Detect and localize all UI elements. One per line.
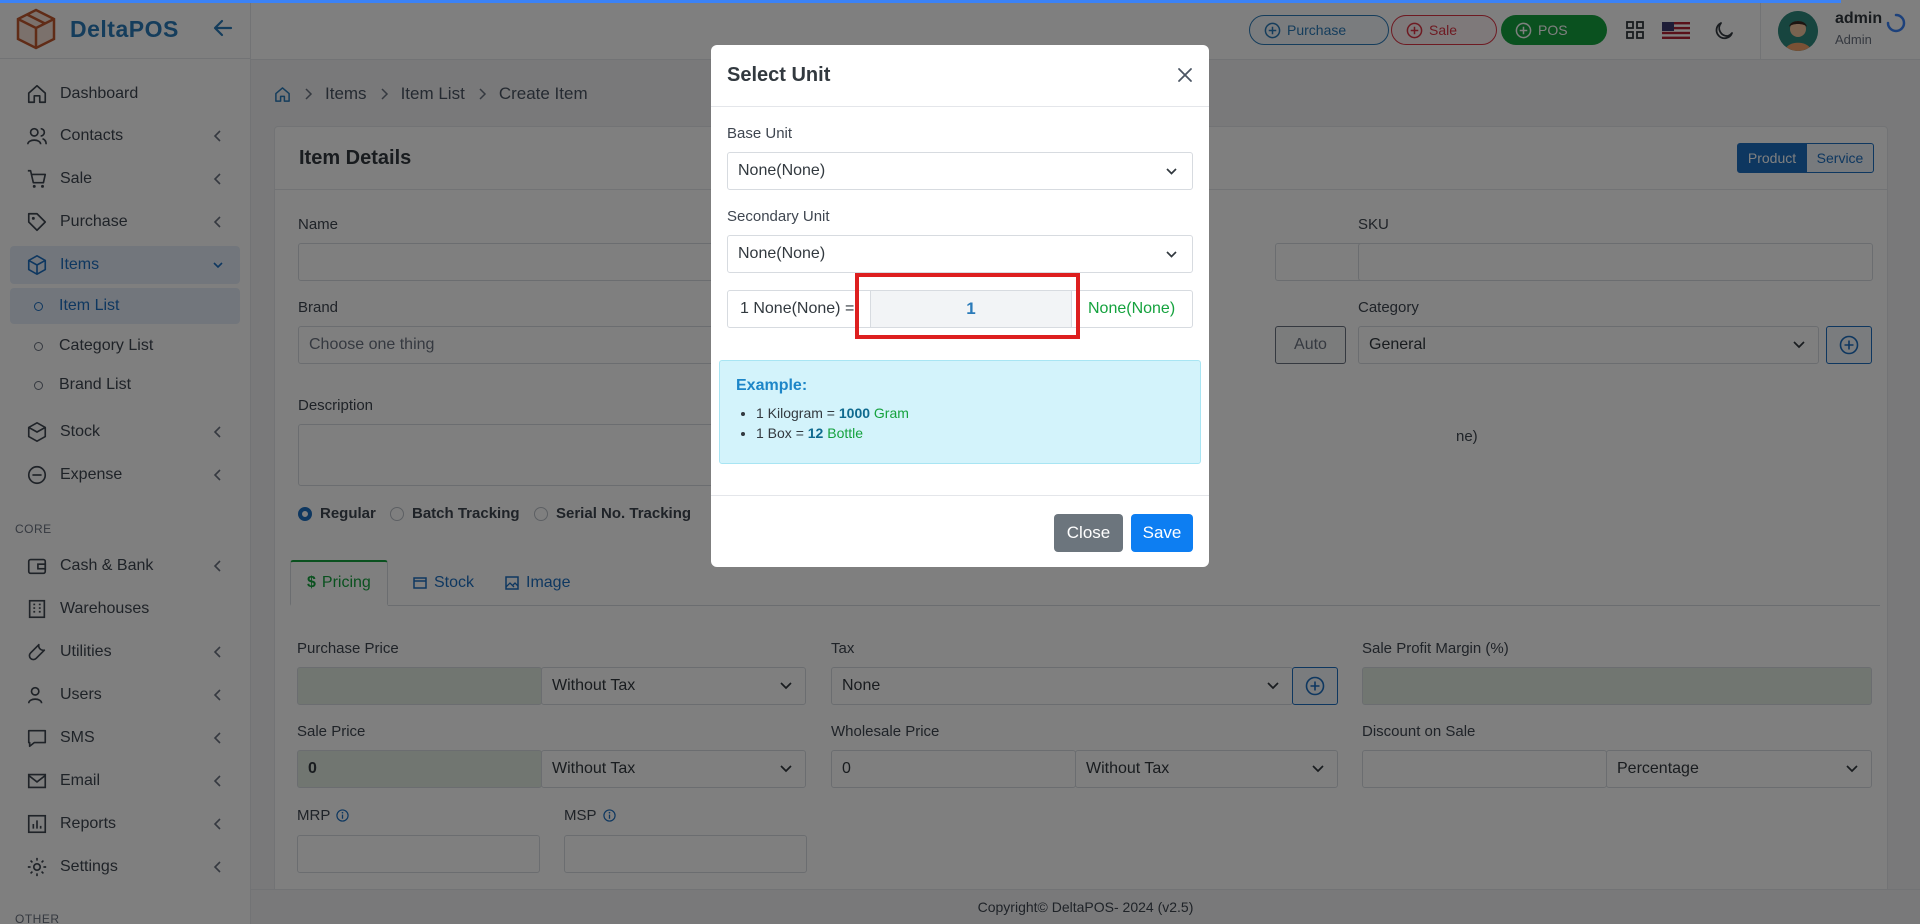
base-unit-value: None(None) [738,162,826,179]
select-unit-modal: Select Unit Base Unit None(None) Seconda… [711,45,1209,567]
example-prefix: 1 Kilogram = [756,405,835,421]
base-unit-select[interactable]: None(None) [727,152,1193,190]
conversion-secondary-text: None(None) [1088,300,1176,317]
close-button[interactable]: Close [1054,514,1123,552]
example-item: 1 Box = 12 Bottle [756,425,909,441]
chevron-down-icon [1166,168,1177,175]
example-list: 1 Kilogram = 1000 Gram 1 Box = 12 Bottle [756,405,909,445]
highlight-box [855,273,1080,339]
example-number: 12 [807,425,824,441]
close-icon[interactable] [1175,65,1195,85]
page-loading-bar [0,0,1841,3]
modal-title: Select Unit [711,45,1209,107]
example-box: Example: 1 Kilogram = 1000 Gram 1 Box = … [719,360,1201,464]
modal-footer: Close Save [711,495,1209,567]
base-unit-label: Base Unit [727,125,793,142]
conversion-base-text: 1 None(None) = [740,300,855,317]
example-prefix: 1 Box = [756,425,804,441]
secondary-unit-label: Secondary Unit [727,208,830,225]
example-item: 1 Kilogram = 1000 Gram [756,405,909,421]
save-button[interactable]: Save [1131,514,1193,552]
example-unit: Gram [873,405,909,421]
example-number: 1000 [838,405,871,421]
chevron-down-icon [1166,251,1177,258]
secondary-unit-value: None(None) [738,245,826,262]
secondary-unit-select[interactable]: None(None) [727,235,1193,273]
example-title: Example: [736,377,808,394]
example-unit: Bottle [827,425,864,441]
